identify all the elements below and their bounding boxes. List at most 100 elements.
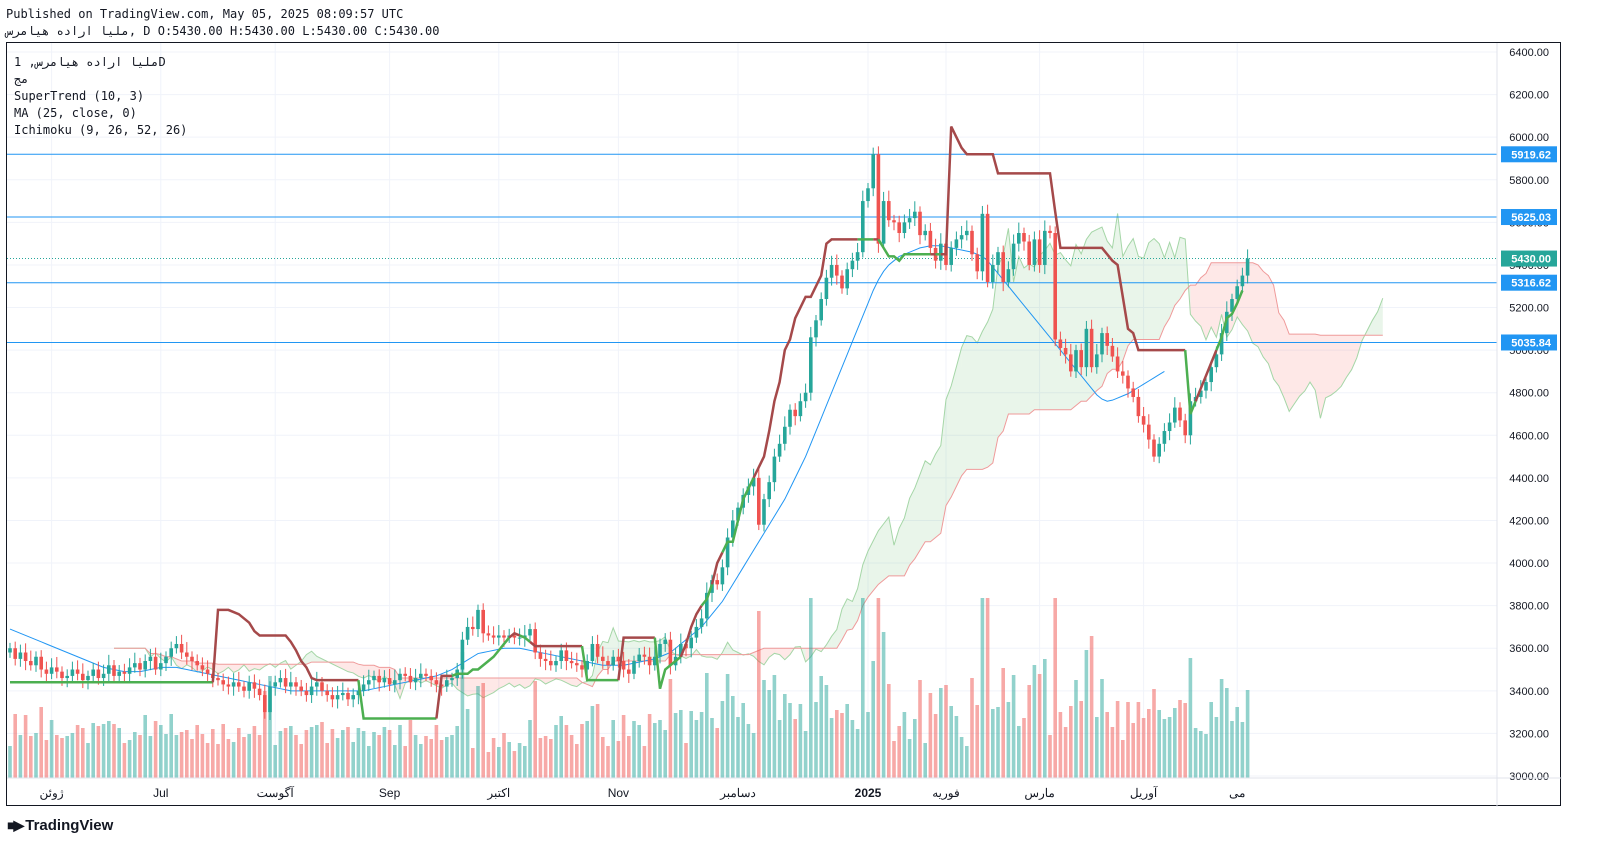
candle <box>143 654 147 678</box>
volume-bar <box>1214 717 1219 778</box>
candle <box>325 684 329 702</box>
volume-bar <box>965 746 969 778</box>
candle-body <box>959 235 964 240</box>
candle-body <box>601 656 605 662</box>
candle <box>75 660 80 681</box>
candle-body <box>179 643 184 653</box>
candle-body <box>91 669 95 676</box>
candle-body <box>481 609 485 634</box>
volume-bar <box>783 694 787 778</box>
candle <box>153 647 158 675</box>
volume-bar <box>18 735 23 778</box>
candle <box>471 616 475 636</box>
cloud-segment <box>930 454 936 542</box>
volume-bar <box>226 739 231 778</box>
candle-body <box>8 648 12 653</box>
candle-body <box>1095 354 1099 368</box>
chart-frame[interactable]: 3000.00 3200.00 3400.00 3600.00 3800.00 4000.… <box>6 42 1562 807</box>
ichimoku-span-b <box>114 262 1383 688</box>
volume-bar <box>23 715 28 778</box>
legend-ma[interactable]: MA (25, close, 0) <box>14 105 187 122</box>
candle-body <box>1063 347 1068 355</box>
candle <box>486 625 491 641</box>
candle-body <box>647 656 652 666</box>
candle <box>762 493 766 532</box>
cloud-segment <box>348 662 354 673</box>
volume-bar <box>101 724 106 778</box>
cloud-segment <box>1060 252 1066 410</box>
candle-body <box>289 682 293 687</box>
volume-bar <box>75 725 80 778</box>
volume-bar <box>788 703 792 778</box>
volume-bar <box>1058 712 1063 778</box>
candle-body <box>528 629 532 636</box>
volume-bar <box>91 723 95 778</box>
candle-body <box>663 639 667 644</box>
volume-bar <box>918 680 922 778</box>
volume-bar <box>1006 702 1011 778</box>
candle <box>575 652 579 672</box>
candle-body <box>720 567 725 585</box>
candle <box>819 292 823 326</box>
cloud-segment <box>1138 256 1144 340</box>
candle <box>528 623 532 641</box>
candle <box>1017 222 1021 252</box>
volume-bar <box>122 743 127 778</box>
legend-supertrend[interactable]: SuperTrend (10, 3) <box>14 88 187 105</box>
cloud-segment <box>467 678 473 696</box>
candle-body <box>471 626 475 630</box>
volume-bar <box>330 729 335 778</box>
candle-body <box>1115 356 1120 372</box>
candle <box>481 603 485 643</box>
volume-bar <box>528 720 532 778</box>
volume-bar <box>112 724 116 778</box>
cloud-segment <box>888 517 894 576</box>
candle-body <box>13 648 17 659</box>
candle <box>980 205 985 281</box>
candle-body <box>1167 422 1172 432</box>
volume-bar <box>127 740 132 778</box>
price-chart[interactable]: 3000.00 3200.00 3400.00 3600.00 3800.00 4000.… <box>7 43 1562 807</box>
candle <box>803 383 808 408</box>
volume-bar <box>1204 734 1208 778</box>
candle-body <box>1027 241 1031 265</box>
time-tick-label: آگوست <box>257 785 295 800</box>
volume-bar <box>725 674 730 778</box>
volume-bar <box>575 744 579 778</box>
volume-bar <box>1063 727 1068 778</box>
volume-bar <box>398 725 402 778</box>
volume-bar <box>455 726 459 778</box>
candle <box>44 661 49 683</box>
volume-bar <box>211 729 215 778</box>
candle <box>928 222 933 255</box>
volume-bar <box>34 733 38 778</box>
volume-bar <box>616 741 621 778</box>
candle-body <box>798 401 803 417</box>
volume-bar <box>86 743 90 778</box>
legend-ichimoku[interactable]: Ichimoku (9, 26, 52, 26) <box>14 122 187 139</box>
candle-body <box>777 443 782 457</box>
candle-body <box>200 665 205 670</box>
volume-bar <box>356 728 361 778</box>
volume-bar <box>533 681 537 778</box>
candle-body <box>148 656 153 662</box>
volume-bar <box>153 721 158 778</box>
cloud-segment <box>1180 237 1186 300</box>
candle-body <box>564 650 569 662</box>
price-label-badge: 5625.03 <box>1501 209 1557 226</box>
volume-bar <box>954 716 959 778</box>
candle <box>13 641 17 666</box>
symbol-ohlc-line: ﻣﻠﻴﺎ ﺍﺭﺍﺩﻩ ﻫﻴﺎﻣﺮس, D O:5430.00 H:5430.00… <box>6 24 440 38</box>
candle-body <box>1100 333 1104 355</box>
volume-bar <box>731 696 735 778</box>
candle-body <box>1037 239 1042 265</box>
candle-body <box>164 656 168 664</box>
cloud-segment <box>909 488 915 566</box>
volume-bar <box>850 720 855 778</box>
price-tick-label: 4000.00 <box>1509 558 1549 570</box>
tradingview-logo[interactable]: ■▶ TradingView <box>7 817 113 834</box>
price-tick-label: 3800.00 <box>1509 601 1549 613</box>
candle <box>793 403 797 426</box>
volume-bar <box>133 732 137 778</box>
candle-body <box>153 656 158 670</box>
